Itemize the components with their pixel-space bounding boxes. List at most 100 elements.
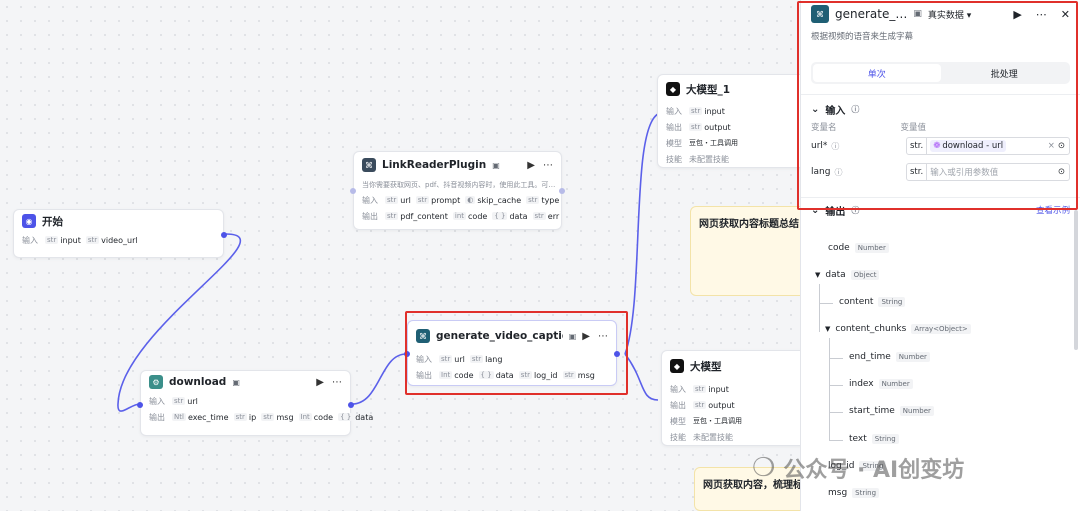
wechat-icon: ❍ [752, 453, 776, 483]
note-text: 网页获取内容标题总结 [699, 219, 799, 230]
scrollbar[interactable] [1074, 210, 1078, 350]
model-name: 豆包・工具调用 [689, 139, 738, 147]
input-section-header[interactable]: ⌄ 输入 ⓘ [801, 99, 1080, 119]
chevron-down-icon[interactable]: ⌄ [811, 104, 819, 115]
tree-guide [829, 412, 843, 413]
input-port[interactable] [137, 402, 143, 408]
output-port[interactable] [559, 188, 565, 194]
node-llm-1[interactable]: ◆ 大模型_1 输入 str input 输出 str output 模型 豆包・工具调用… [657, 74, 817, 168]
run-mode-tabs: 单次 批处理 [811, 62, 1070, 84]
info-icon: ⓘ [831, 141, 840, 151]
save-icon[interactable]: ▣ [492, 161, 500, 170]
output-label: 输出 [416, 370, 432, 380]
info-icon: ⓘ [851, 104, 860, 114]
node-title: 大模型_1 [686, 83, 731, 96]
note-card[interactable]: 网页获取内容标题总结 [690, 206, 810, 296]
panel-title: generate_… [835, 7, 908, 21]
clear-icon[interactable]: × [1048, 141, 1055, 151]
output-field: start_time Number [849, 406, 934, 416]
node-description: 当你需要获取网页、pdf、抖音视频内容时，使用此工具。可… [362, 181, 556, 189]
section-title: 输出 [825, 206, 846, 218]
model-label: 模型 [670, 416, 686, 426]
tree-guide [819, 284, 820, 332]
model-icon: ◆ [670, 359, 684, 373]
param-tag: Int code [298, 412, 334, 422]
input-port[interactable] [350, 188, 356, 194]
param-tag: str url [385, 195, 411, 205]
variable-picker-icon[interactable]: ⊙ [1058, 141, 1065, 151]
chevron-down-icon[interactable]: ⌄ [811, 205, 819, 216]
output-field[interactable]: ▼ data Object [815, 270, 880, 280]
data-mode-select[interactable]: 真实数据 ▾ [928, 8, 971, 21]
node-title: 开始 [42, 215, 63, 228]
node-linkreader[interactable]: ⌘ LinkReaderPlugin ▣ ▶ ⋯ 当你需要获取网页、pdf、抖音视… [350, 151, 565, 230]
variable-picker-icon[interactable]: ⊙ [1058, 167, 1065, 177]
output-section-header[interactable]: ⌄ 输出 ⓘ 查看示例 [801, 200, 1080, 220]
save-icon[interactable]: ▣ [569, 332, 577, 341]
save-icon[interactable]: ▣ [913, 9, 922, 19]
tree-guide [829, 358, 843, 359]
skill-label: 技能 [666, 154, 682, 164]
node-title: LinkReaderPlugin [382, 159, 487, 171]
skill-value: 未配置技能 [689, 154, 729, 164]
param-tag: str ip [233, 412, 257, 422]
param-tag: str output [689, 122, 731, 132]
col-name-label: 变量名 [811, 123, 837, 133]
param-tag: int code [452, 211, 488, 221]
run-icon[interactable]: ▶ [527, 160, 535, 171]
tree-guide [829, 338, 830, 440]
node-llm[interactable]: ◆ 大模型 输入 str input 输出 str output 模型 豆包・工具调用 技… [661, 350, 817, 446]
param-tag: str url [172, 396, 198, 406]
output-field: index Number [849, 379, 913, 389]
param-tag: str video_url [85, 235, 138, 245]
model-icon: ◆ [666, 82, 680, 96]
watermark: ❍ 公众号 · AI创变坊 [752, 453, 965, 483]
model-name: 豆包・工具调用 [693, 417, 742, 425]
run-icon[interactable]: ▶ [316, 377, 324, 388]
param-tag: str prompt [415, 195, 461, 205]
tab-single[interactable]: 单次 [813, 64, 941, 82]
close-icon[interactable]: ✕ [1061, 8, 1070, 21]
input-label: 输入 [416, 354, 432, 364]
save-icon[interactable]: ▣ [232, 378, 240, 387]
param-row-lang: lang ⓘ str. 输入或引用参数值 ⊙ [801, 161, 1080, 183]
caret-down-icon[interactable]: ▼ [825, 325, 830, 333]
more-icon[interactable]: ⋯ [598, 331, 608, 342]
output-field: end_time Number [849, 352, 930, 362]
param-tag: ◐ skip_cache [465, 195, 522, 205]
param-tag: str msg [261, 412, 294, 422]
output-label: 输出 [666, 122, 682, 132]
caret-down-icon[interactable]: ▼ [815, 271, 820, 279]
section-title: 输入 [825, 105, 846, 117]
output-label: 输出 [670, 400, 686, 410]
output-port[interactable] [348, 402, 354, 408]
run-icon[interactable]: ▶ [1013, 8, 1021, 21]
node-generate-video-captions[interactable]: ⌘ generate_video_captions_s… ▣ ▶ ⋯ 输入 str… [404, 320, 620, 386]
reference-chip[interactable]: ❁ download - url [930, 140, 1007, 152]
tree-guide [819, 303, 833, 304]
view-example-link[interactable]: 查看示例 [1036, 204, 1070, 216]
tab-batch[interactable]: 批处理 [941, 64, 1069, 82]
output-port[interactable] [221, 232, 227, 238]
lang-value-field[interactable]: str. 输入或引用参数值 ⊙ [906, 163, 1070, 181]
input-label: 输入 [670, 384, 686, 394]
type-select[interactable]: str. [907, 138, 928, 154]
run-icon[interactable]: ▶ [582, 331, 590, 342]
param-tag: { } data [338, 412, 374, 422]
more-icon[interactable]: ⋯ [1036, 8, 1047, 21]
input-port[interactable] [404, 351, 410, 357]
input-label: 输入 [22, 235, 38, 245]
param-tag: str url [439, 354, 465, 364]
plugin-icon: ⚙ [149, 375, 163, 389]
info-icon: ⓘ [834, 167, 843, 177]
more-icon[interactable]: ⋯ [543, 160, 553, 171]
type-select[interactable]: str. [907, 164, 928, 180]
output-port[interactable] [614, 351, 620, 357]
url-value-field[interactable]: str. ❁ download - url × ⊙ [906, 137, 1070, 155]
lang-placeholder: 输入或引用参数值 [930, 168, 999, 178]
output-field[interactable]: ▼ content_chunks Array<Object> [825, 324, 971, 334]
more-icon[interactable]: ⋯ [332, 377, 342, 388]
node-download[interactable]: ⚙ download ▣ ▶ ⋯ 输入 str url 输出 Ntl exec_tim… [137, 370, 373, 436]
tree-guide [829, 385, 843, 386]
node-start[interactable]: ◉ 开始 输入 str input str video_url [13, 209, 227, 258]
